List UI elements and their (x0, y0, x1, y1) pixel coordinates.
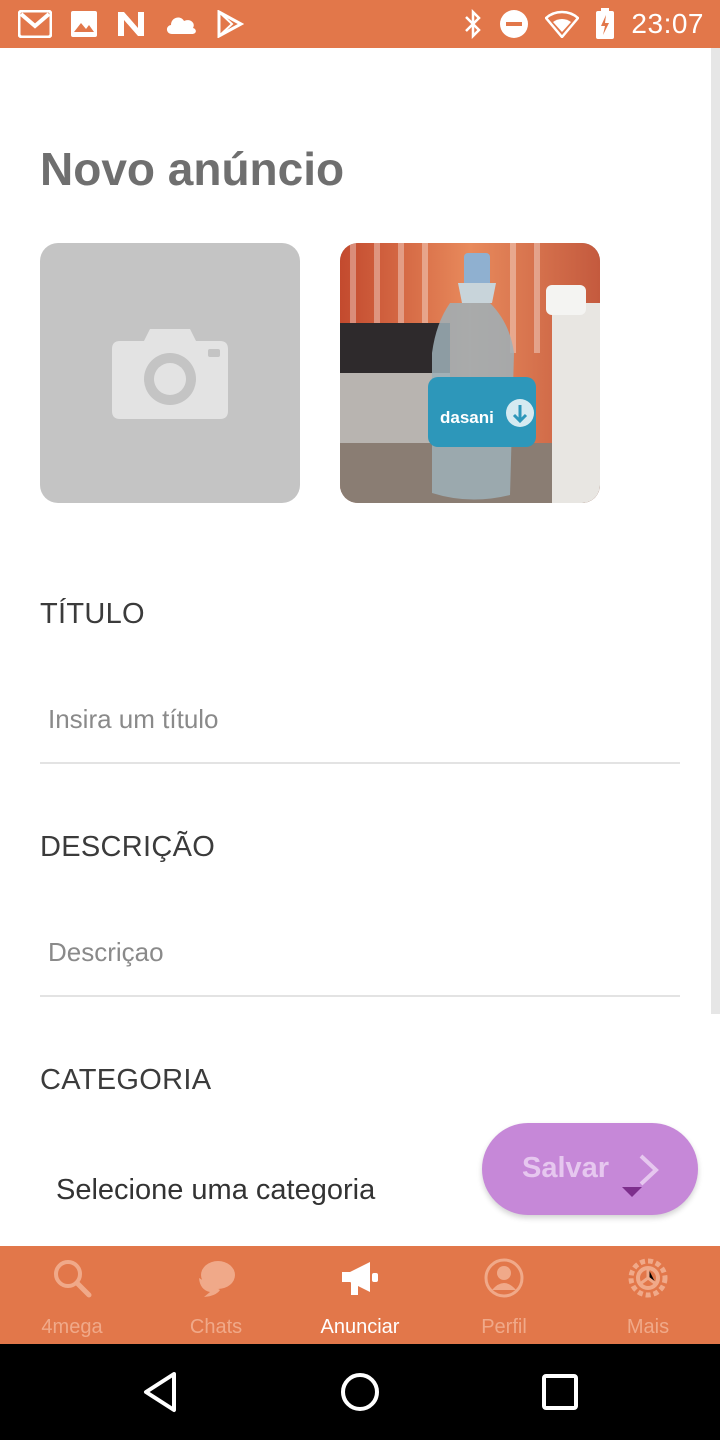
nav-label: Chats (189, 1316, 243, 1338)
home-icon[interactable] (338, 1370, 382, 1414)
nav-item-mais[interactable]: Mais (576, 1246, 720, 1344)
photo-image: dasani (340, 243, 600, 503)
nav-label: 4mega (41, 1316, 103, 1338)
cloud-icon (166, 17, 196, 34)
chat-icon (199, 1261, 235, 1297)
scroll-indicator[interactable] (711, 48, 720, 1014)
chevron-right-icon (639, 1154, 659, 1186)
status-bar: 23:07 (0, 0, 720, 48)
play-store-icon (217, 10, 244, 38)
save-button[interactable]: Salvar (482, 1123, 698, 1215)
nav-item-perfil[interactable]: Perfil (432, 1246, 576, 1344)
nav-item-chats[interactable]: Chats (144, 1246, 288, 1344)
svg-text:dasani: dasani (440, 408, 494, 427)
category-select[interactable]: Selecione uma categoria (56, 1174, 375, 1207)
image-icon (71, 11, 97, 37)
n-app-icon (118, 12, 144, 36)
system-navigation-bar (0, 1344, 720, 1440)
page-title: Novo anúncio (40, 143, 345, 195)
bottom-navigation: 4mega Chats Anunciar Perfil Mais (0, 1246, 720, 1344)
bluetooth-icon (465, 9, 482, 39)
nav-item-4mega[interactable]: 4mega (0, 1246, 144, 1344)
settings-icon (628, 1258, 668, 1298)
camera-icon (112, 329, 228, 419)
description-input[interactable] (40, 909, 680, 997)
photo-thumbnail[interactable]: dasani (340, 243, 600, 503)
add-photo-button[interactable] (40, 243, 300, 503)
profile-icon (484, 1258, 524, 1298)
clock: 23:07 (631, 8, 704, 39)
battery-charging-icon (596, 8, 615, 39)
dropdown-arrow-icon (622, 1187, 642, 1197)
nav-label: Anunciar (320, 1316, 400, 1338)
nav-item-anunciar[interactable]: Anunciar (288, 1246, 432, 1344)
wifi-icon (545, 10, 580, 38)
save-button-label: Salvar (522, 1152, 610, 1184)
nav-label: Mais (626, 1316, 670, 1338)
gmail-icon (18, 10, 52, 38)
back-icon[interactable] (138, 1370, 182, 1414)
do-not-disturb-icon (500, 10, 529, 38)
search-icon (54, 1260, 92, 1298)
recents-icon[interactable] (538, 1370, 582, 1414)
megaphone-icon (342, 1262, 378, 1295)
category-label: CATEGORIA (40, 1064, 212, 1096)
title-input[interactable] (40, 676, 680, 764)
nav-label: Perfil (481, 1316, 527, 1338)
title-label: TÍTULO (40, 598, 145, 630)
description-label: DESCRIÇÃO (40, 831, 216, 863)
